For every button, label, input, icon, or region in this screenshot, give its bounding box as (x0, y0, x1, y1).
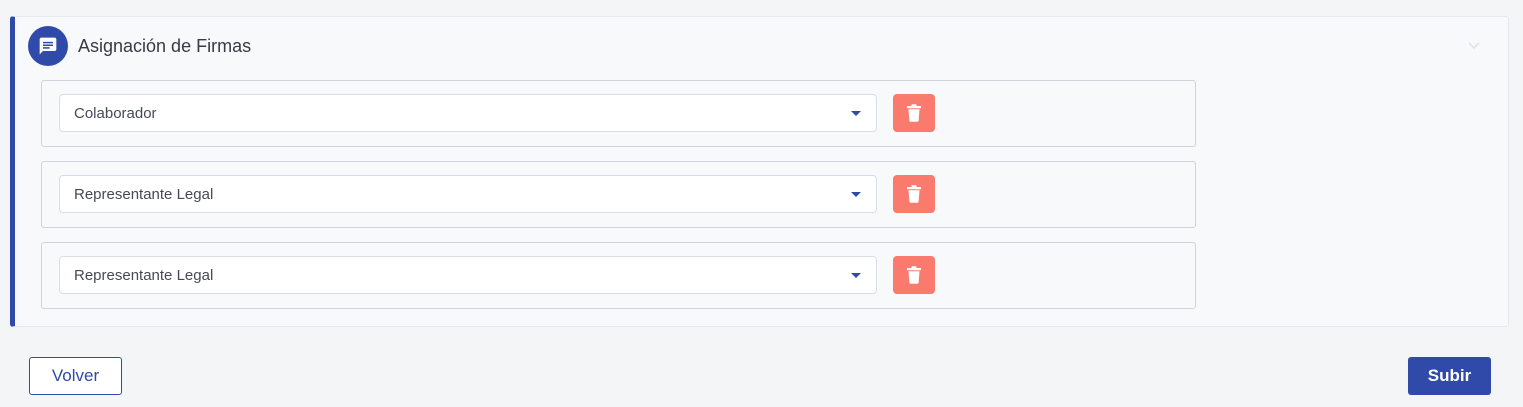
signer-role-select[interactable]: Colaborador (59, 94, 877, 132)
caret-down-icon (851, 111, 861, 116)
trash-icon (907, 104, 921, 122)
signer-role-value: Representante Legal (74, 266, 214, 284)
caret-down-icon (851, 192, 861, 197)
chevron-down-icon[interactable] (1466, 37, 1482, 53)
signature-assignment-section: Asignación de Firmas Colaborador Represe… (10, 16, 1509, 327)
section-title: Asignación de Firmas (78, 35, 252, 56)
signer-role-select[interactable]: Representante Legal (59, 256, 877, 294)
submit-button[interactable]: Subir (1408, 357, 1491, 395)
delete-signer-button[interactable] (893, 175, 935, 213)
signer-row: Representante Legal (41, 161, 1196, 228)
signer-role-value: Colaborador (74, 104, 157, 122)
caret-down-icon (851, 273, 861, 278)
back-button[interactable]: Volver (29, 357, 122, 395)
delete-signer-button[interactable] (893, 94, 935, 132)
chat-message-icon (28, 26, 68, 66)
delete-signer-button[interactable] (893, 256, 935, 294)
trash-icon (907, 185, 921, 203)
signer-role-select[interactable]: Representante Legal (59, 175, 877, 213)
signer-row: Colaborador (41, 80, 1196, 147)
signer-row: Representante Legal (41, 242, 1196, 309)
trash-icon (907, 266, 921, 284)
section-header: Asignación de Firmas (28, 26, 251, 66)
signer-role-value: Representante Legal (74, 185, 214, 203)
